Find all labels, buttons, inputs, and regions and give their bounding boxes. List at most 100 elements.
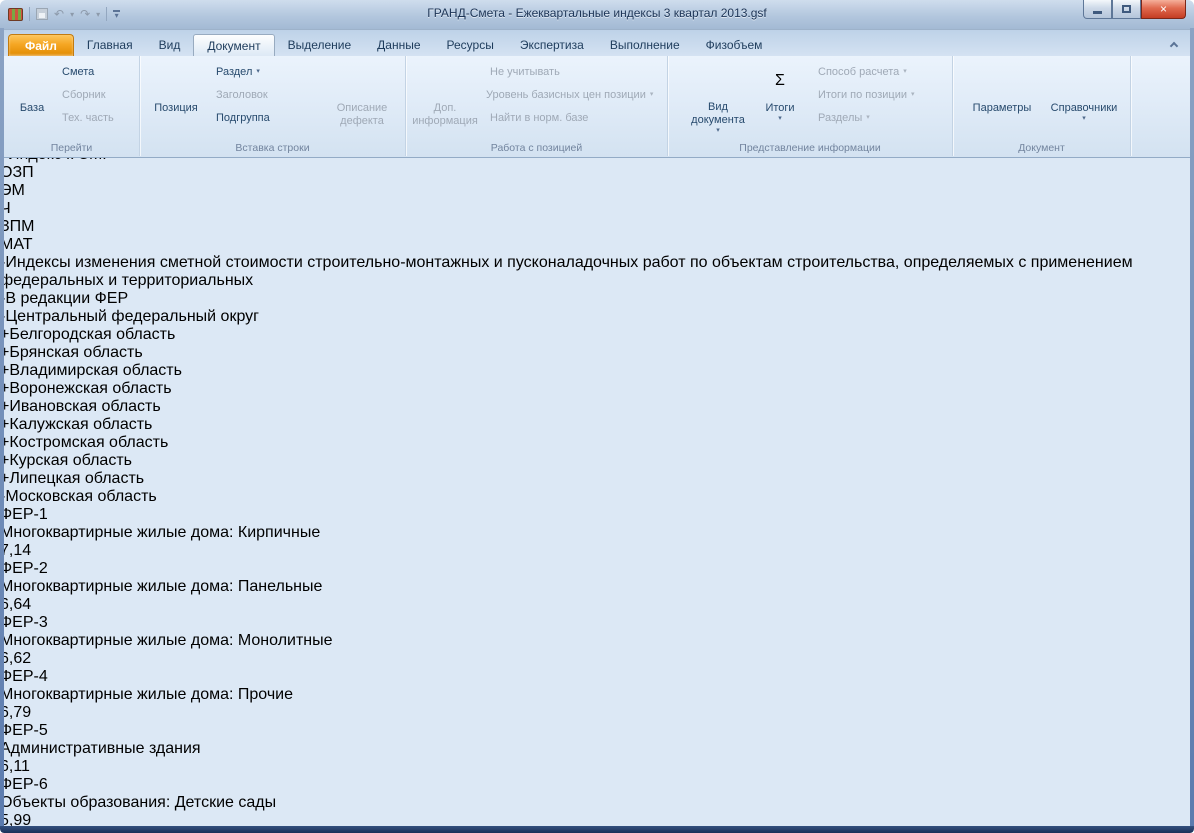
maximize-icon xyxy=(1122,5,1131,13)
tree-group-row[interactable]: +Ивановская область xyxy=(0,398,1194,416)
button-label: Справочники xyxy=(1051,102,1118,115)
tab-vydelenie[interactable]: Выделение xyxy=(275,34,365,56)
table-row-selected[interactable]: ФЕР-5Административные здания6,11 xyxy=(0,722,1194,776)
tab-vid[interactable]: Вид xyxy=(146,34,194,56)
minimize-icon xyxy=(1093,11,1102,14)
itogi-button[interactable]: Σ Итоги ▾ xyxy=(758,59,802,135)
table-row[interactable]: ФЕР-6Объекты образования: Детские сады5,… xyxy=(0,776,1194,830)
tab-ekspertiza[interactable]: Экспертиза xyxy=(507,34,597,56)
smr-cell[interactable]: 6,11 xyxy=(0,758,1194,776)
smr-cell[interactable]: 7,14 xyxy=(0,542,1194,560)
code-cell[interactable]: ФЕР-4 xyxy=(0,668,1194,686)
tree-group-row[interactable]: +Владимирская область xyxy=(0,362,1194,380)
dropdown-arrow-icon: ▾ xyxy=(911,91,915,99)
tree-group-row[interactable]: -Московская область xyxy=(0,488,1194,506)
sigma-icon: Σ xyxy=(775,72,785,90)
table-row[interactable]: ФЕР-2Многоквартирные жилые дома: Панельн… xyxy=(0,560,1194,614)
ribbon-group-dokument: Параметры Справочники ▾ Документ xyxy=(953,56,1131,156)
baza-button[interactable]: База xyxy=(10,59,54,135)
name-cell[interactable]: Многоквартирные жилые дома: Панельные xyxy=(0,578,1194,596)
tab-resursy[interactable]: Ресурсы xyxy=(434,34,507,56)
podgruppa-button[interactable]: Подгруппа xyxy=(212,108,270,128)
button-label: Итоги по позиции xyxy=(818,89,907,101)
tree-group-row[interactable]: +Курская область xyxy=(0,452,1194,470)
dropdown-arrow-icon: ▾ xyxy=(716,127,720,135)
razdel-button[interactable]: Раздел ▾ xyxy=(212,62,260,82)
sbornik-button: Сборник xyxy=(58,85,106,105)
ribbon-group-vstavka-stroki: Позиция Раздел ▾ Заголовок Подгруппа Опи… xyxy=(140,56,406,156)
group-label: Представление информации xyxy=(668,142,952,154)
spravochniki-button[interactable]: Справочники ▾ xyxy=(1043,59,1125,135)
button-label: Подгруппа xyxy=(216,112,270,124)
ribbon: База Смета Сборник Тех. часть Перейти По… xyxy=(4,56,1190,158)
group-label: Вставка строки xyxy=(140,142,405,154)
tab-glavnaya[interactable]: Главная xyxy=(74,34,146,56)
header-em: ЭМ xyxy=(0,182,1194,200)
tech-chast-button: Тех. часть xyxy=(58,108,114,128)
tree-group-row[interactable]: +Брянская область xyxy=(0,344,1194,362)
button-label: Способ расчета xyxy=(818,66,899,78)
selected-name-cell[interactable]: Административные здания xyxy=(0,740,1194,758)
title-bar[interactable]: ↶ ▾ ↷ ▾ ▾ ГРАНД-Смета - Ежеквартальные и… xyxy=(0,0,1194,30)
tab-fizobem[interactable]: Физобъем xyxy=(693,34,776,56)
tab-file[interactable]: Файл xyxy=(8,34,74,56)
smr-cell[interactable]: 6,64 xyxy=(0,596,1194,614)
dropdown-arrow-icon: ▾ xyxy=(903,68,907,76)
smeta-button[interactable]: Смета xyxy=(58,62,94,82)
name-cell[interactable]: Многоквартирные жилые дома: Кирпичные xyxy=(0,524,1194,542)
tree-group-row[interactable]: +Белгородская область xyxy=(0,326,1194,344)
button-label: Заголовок xyxy=(216,89,268,101)
vid-dokumenta-button[interactable]: Вид документа ▾ xyxy=(686,59,750,135)
collapse-ribbon-button[interactable] xyxy=(1168,38,1180,50)
tab-vypolnenie[interactable]: Выполнение xyxy=(597,34,693,56)
ribbon-group-predstavlenie: Вид документа ▾ Σ Итоги ▾ Способ расчета… xyxy=(668,56,953,156)
tree-group-row[interactable]: +Костромская область xyxy=(0,434,1194,452)
chevron-up-icon xyxy=(1170,41,1178,49)
ribbon-tab-row: Файл Главная Вид Документ Выделение Данн… xyxy=(4,30,1190,56)
code-cell[interactable]: ФЕР-6 xyxy=(0,776,1194,794)
sposob-rascheta-button: Способ расчета ▾ xyxy=(814,62,907,82)
group-label: Работа с позицией xyxy=(406,142,667,154)
button-label: Смета xyxy=(62,66,94,78)
table-row[interactable]: ФЕР-1Многоквартирные жилые дома: Кирпичн… xyxy=(0,506,1194,560)
group-label: Брянская область xyxy=(9,344,142,361)
poziciya-button[interactable]: Позиция xyxy=(148,59,204,135)
name-cell[interactable]: Многоквартирные жилые дома: Монолитные xyxy=(0,632,1194,650)
uroven-bazisnyh-cen-button: Уровень базисных цен позиции ▾ xyxy=(486,85,653,105)
itogi-po-pozicii-button: Итоги по позиции ▾ xyxy=(814,85,915,105)
parametry-button[interactable]: Параметры xyxy=(965,59,1039,135)
button-label: Описание дефекта xyxy=(328,102,396,128)
name-cell[interactable]: Объекты образования: Детские сады xyxy=(0,794,1194,812)
table-row[interactable]: ФЕР-3Многоквартирные жилые дома: Монолит… xyxy=(0,614,1194,668)
tree-group-row[interactable]: +Липецкая область xyxy=(0,470,1194,488)
tree-group-row[interactable]: +Калужская область xyxy=(0,416,1194,434)
window-border-right xyxy=(1190,28,1194,827)
button-label: Параметры xyxy=(973,102,1032,115)
tab-dokument[interactable]: Документ xyxy=(193,34,274,56)
close-button[interactable]: × xyxy=(1141,0,1186,19)
tab-dannye[interactable]: Данные xyxy=(364,34,433,56)
group-label: Владимирская область xyxy=(9,362,182,379)
dropdown-arrow-icon: ▾ xyxy=(778,115,782,123)
smr-cell[interactable]: 6,79 xyxy=(0,704,1194,722)
name-cell[interactable]: Многоквартирные жилые дома: Прочие xyxy=(0,686,1194,704)
dropdown-arrow-icon: ▾ xyxy=(1082,115,1086,123)
code-cell[interactable]: ФЕР-5 xyxy=(0,722,1194,740)
smr-cell[interactable]: 6,62 xyxy=(0,650,1194,668)
tree-group-row[interactable]: -В редакции ФЕР xyxy=(0,290,1194,308)
dropdown-arrow-icon: ▾ xyxy=(256,68,260,76)
tree-group-row[interactable]: -Индексы изменения сметной стоимости стр… xyxy=(0,254,1194,290)
maximize-button[interactable] xyxy=(1112,0,1141,19)
group-label: Центральный федеральный округ xyxy=(5,308,259,325)
ne-uchityvat-button: Не учитывать xyxy=(486,62,560,82)
code-cell[interactable]: ФЕР-1 xyxy=(0,506,1194,524)
tree-group-row[interactable]: +Воронежская область xyxy=(0,380,1194,398)
tree-group-row[interactable]: -Центральный федеральный округ xyxy=(0,308,1194,326)
header-zpm: ЗПМ xyxy=(0,218,1194,236)
minimize-button[interactable] xyxy=(1083,0,1112,19)
table-row[interactable]: ФЕР-4Многоквартирные жилые дома: Прочие6… xyxy=(0,668,1194,722)
dropdown-arrow-icon: ▾ xyxy=(866,114,870,122)
code-cell[interactable]: ФЕР-3 xyxy=(0,614,1194,632)
code-cell[interactable]: ФЕР-2 xyxy=(0,560,1194,578)
button-label: Раздел xyxy=(216,66,252,78)
